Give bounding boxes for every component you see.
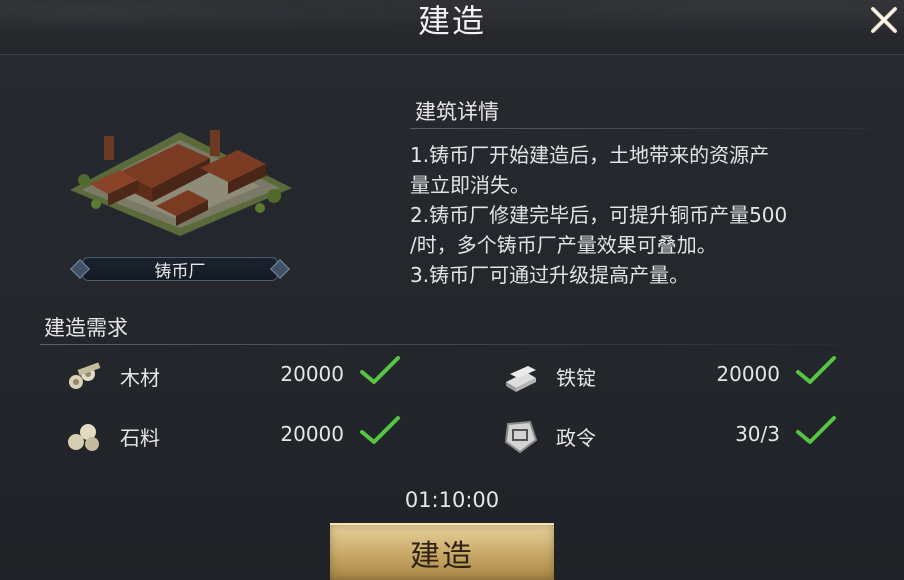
check-icon xyxy=(360,416,400,444)
iron-ingot-icon xyxy=(506,366,536,392)
build-button[interactable]: 建造 xyxy=(330,523,554,580)
detail-line: 量立即消失。 xyxy=(410,173,530,197)
requirement-stone: 石料 20000 xyxy=(64,416,404,456)
close-x-icon xyxy=(871,7,897,33)
detail-line: 1.铸币厂开始建造后，土地带来的资源产 xyxy=(410,143,770,167)
requirement-name: 木材 xyxy=(120,366,160,390)
requirement-name: 石料 xyxy=(120,426,160,450)
divider xyxy=(40,344,860,345)
build-button-label: 建造 xyxy=(410,538,474,574)
divider xyxy=(410,128,870,129)
detail-line: 2.铸币厂修建完毕后，可提升铜币产量500 xyxy=(410,203,788,227)
wood-logs-icon xyxy=(69,362,101,389)
requirement-name: 铁锭 xyxy=(556,366,596,390)
detail-line: 3.铸币厂可通过升级提高产量。 xyxy=(410,263,690,287)
header: 建造 xyxy=(0,0,904,55)
page-title: 建造 xyxy=(417,2,486,40)
mint-building-illustration xyxy=(70,130,292,236)
check-icon xyxy=(796,356,836,384)
check-icon xyxy=(360,356,400,384)
requirement-amount: 20000 xyxy=(280,362,344,386)
requirement-name: 政令 xyxy=(556,426,596,450)
detail-line: /时，多个铸币厂产量效果可叠加。 xyxy=(410,233,717,257)
build-timer: 01:10:00 xyxy=(404,488,500,512)
requirement-amount: 20000 xyxy=(280,422,344,446)
requirement-amount: 30/3 xyxy=(735,422,780,446)
close-button[interactable] xyxy=(864,0,904,40)
detail-text: 1.铸币厂开始建造后，土地带来的资源产 量立即消失。 2.铸币厂修建完毕后，可提… xyxy=(410,140,880,290)
requirement-iron: 铁锭 20000 xyxy=(500,356,840,396)
requirement-wood: 木材 20000 xyxy=(64,356,404,396)
requirement-amount: 20000 xyxy=(716,362,780,386)
stone-icon xyxy=(68,424,99,451)
detail-title: 建筑详情 xyxy=(415,100,499,124)
building-name-plate: 铸币厂 xyxy=(70,255,290,283)
check-icon xyxy=(796,416,836,444)
building-name: 铸币厂 xyxy=(154,261,206,282)
requirement-decree: 政令 30/3 xyxy=(500,416,840,456)
decree-icon xyxy=(504,420,538,454)
requirements-title: 建造需求 xyxy=(44,316,128,340)
